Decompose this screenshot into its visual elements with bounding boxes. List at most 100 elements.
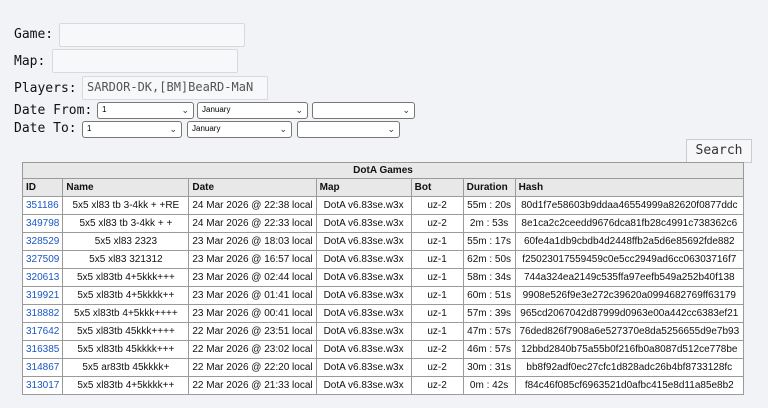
game-input[interactable] (59, 23, 245, 47)
table-row: 320613 5x5 xl83tb 4+5kkk+++ 23 Mar 2026 … (21, 268, 745, 287)
game-hash: 60fe4a1db9cbdb4d2448ffb2a5d6e85692fde882 (514, 232, 745, 251)
chevron-down-icon: ⌄ (169, 124, 177, 134)
game-map: DotA v6.83se.w3x (315, 286, 412, 305)
column-header-duration[interactable]: Duration (462, 178, 516, 197)
date-to-day-value: 1 (87, 124, 92, 133)
game-id-link[interactable]: 317642 (26, 326, 59, 337)
game-date: 24 Mar 2026 @ 22:33 local (188, 214, 317, 233)
game-id-link[interactable]: 328529 (26, 236, 59, 247)
game-id-link[interactable]: 318882 (26, 308, 59, 319)
game-id-link[interactable]: 351186 (26, 200, 59, 211)
column-header-date[interactable]: Date (188, 178, 317, 197)
table-row: 317642 5x5 xl83tb 45kkk++++ 22 Mar 2026 … (21, 322, 745, 341)
date-to-month-value: January (192, 124, 221, 133)
game-name: 5x5 xl83tb 4+5kkkk++ (62, 286, 190, 305)
game-bot: uz-2 (410, 214, 464, 233)
table-row: 327509 5x5 xl83 321312 23 Mar 2026 @ 16:… (21, 250, 745, 269)
game-hash: bb8f92adf0ec27cfc1d828adc26b4bf8733128fc (514, 358, 745, 377)
date-to-month-select[interactable]: January ⌄ (187, 121, 292, 138)
game-id-link[interactable]: 349798 (26, 218, 59, 229)
game-map: DotA v6.83se.w3x (315, 322, 412, 341)
game-duration: 58m : 34s (462, 268, 516, 287)
table-row: 328529 5x5 xl83 2323 23 Mar 2026 @ 18:03… (21, 232, 745, 251)
game-date: 23 Mar 2026 @ 01:41 local (188, 286, 317, 305)
game-label: Game: (14, 27, 54, 42)
table-caption: DotA Games (22, 162, 744, 179)
game-date: 23 Mar 2026 @ 16:57 local (188, 250, 317, 269)
game-duration: 46m : 57s (462, 340, 516, 359)
game-date: 23 Mar 2026 @ 00:41 local (188, 304, 317, 323)
date-from-month-select[interactable]: January ⌄ (197, 102, 308, 119)
date-to-label: Date To: (14, 121, 77, 136)
game-bot: uz-2 (410, 376, 464, 395)
game-duration: 47m : 57s (462, 322, 516, 341)
game-map: DotA v6.83se.w3x (315, 304, 412, 323)
game-id-link[interactable]: 327509 (26, 254, 59, 265)
column-header-name[interactable]: Name (62, 178, 190, 197)
date-to-year-select[interactable]: ⌄ (297, 121, 400, 138)
game-hash: 965cd2067042d87999d0963e00a442cc6383ef21 (514, 304, 745, 323)
game-id-link[interactable]: 320613 (26, 272, 59, 283)
game-id-link[interactable]: 316385 (26, 344, 59, 355)
game-bot: uz-1 (410, 250, 464, 269)
game-name: 5x5 xl83 tb 3-4kk + +RE (62, 196, 190, 215)
game-name: 5x5 xl83tb 4+5kkk+++ (62, 268, 190, 287)
game-date: 22 Mar 2026 @ 23:02 local (188, 340, 317, 359)
game-name: 5x5 xl83tb 45kkkk+++ (62, 340, 190, 359)
game-map: DotA v6.83se.w3x (315, 358, 412, 377)
game-hash: 744a324ea2149c535ffa97eefb549a252b40f138 (514, 268, 745, 287)
date-from-day-select[interactable]: 1 ⌄ (97, 102, 194, 119)
game-bot: uz-1 (410, 286, 464, 305)
date-from-label: Date From: (14, 103, 93, 118)
game-bot: uz-2 (410, 196, 464, 215)
column-header-id[interactable]: ID (21, 178, 64, 197)
players-input[interactable]: SARDOR-DK,[BM]BeaRD-MaN (82, 76, 268, 100)
game-id-link[interactable]: 319921 (26, 290, 59, 301)
game-name: 5x5 xl83tb 4+5kkkk++ (62, 376, 190, 395)
game-date: 23 Mar 2026 @ 02:44 local (188, 268, 317, 287)
game-duration: 62m : 50s (462, 250, 516, 269)
column-header-map[interactable]: Map (315, 178, 412, 197)
column-header-hash[interactable]: Hash (514, 178, 745, 197)
players-label: Players: (14, 81, 77, 96)
game-name: 5x5 xl83 tb 3-4kk + + (62, 214, 190, 233)
game-date: 22 Mar 2026 @ 22:20 local (188, 358, 317, 377)
search-button[interactable]: Search (686, 139, 752, 163)
game-date: 22 Mar 2026 @ 21:33 local (188, 376, 317, 395)
game-hash: f84c46f085cf6963521d0afbc415e8d11a85e8b2 (514, 376, 745, 395)
chevron-down-icon: ⌄ (295, 105, 303, 115)
table-row: 314867 5x5 ar83tb 45kkkk+ 22 Mar 2026 @ … (21, 358, 745, 377)
game-hash: 12bbd2840b75a55b0f216fb0a8087d512ce778be (514, 340, 745, 359)
game-bot: uz-1 (410, 304, 464, 323)
game-hash: 80d1f7e58603b9ddaa46554999a82620f0877ddc (514, 196, 745, 215)
game-name: 5x5 xl83tb 45kkk++++ (62, 322, 190, 341)
game-map: DotA v6.83se.w3x (315, 250, 412, 269)
game-date: 22 Mar 2026 @ 23:51 local (188, 322, 317, 341)
date-from-month-value: January (202, 105, 231, 114)
players-row: Players: (14, 81, 77, 96)
game-name: 5x5 xl83 321312 (62, 250, 190, 269)
date-to-day-select[interactable]: 1 ⌄ (82, 121, 182, 138)
table-row: 318882 5x5 xl83tb 4+5kkk++++ 23 Mar 2026… (21, 304, 745, 323)
game-id-link[interactable]: 314867 (26, 362, 59, 373)
game-id-link[interactable]: 313017 (26, 380, 59, 391)
game-map: DotA v6.83se.w3x (315, 376, 412, 395)
game-bot: uz-1 (410, 268, 464, 287)
game-bot: uz-2 (410, 340, 464, 359)
column-header-bot[interactable]: Bot (410, 178, 464, 197)
game-hash: 76ded826f7908a6e527370e8da5256655d9e7b93 (514, 322, 745, 341)
game-duration: 30m : 31s (462, 358, 516, 377)
game-hash: f25023017559459c0e5cc2949ad6cc06303716f7 (514, 250, 745, 269)
table-row: 316385 5x5 xl83tb 45kkkk+++ 22 Mar 2026 … (21, 340, 745, 359)
game-hash: 8e1ca2c2ceedd9676dca81fb28c4991c738362c6 (514, 214, 745, 233)
game-bot: uz-1 (410, 232, 464, 251)
game-name: 5x5 ar83tb 45kkkk+ (62, 358, 190, 377)
map-input[interactable] (52, 49, 238, 73)
game-date: 24 Mar 2026 @ 22:38 local (188, 196, 317, 215)
table-header-row: ID Name Date Map Bot Duration Hash (21, 178, 745, 197)
map-row: Map: (14, 54, 45, 69)
game-duration: 55m : 20s (462, 196, 516, 215)
date-from-year-select[interactable]: ⌄ (312, 102, 415, 119)
game-duration: 55m : 17s (462, 232, 516, 251)
game-map: DotA v6.83se.w3x (315, 232, 412, 251)
